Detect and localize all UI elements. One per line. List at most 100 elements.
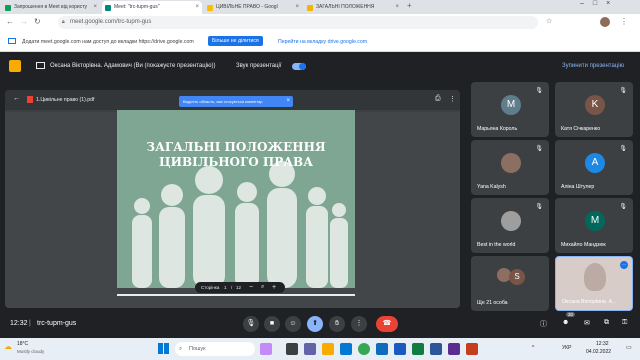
- raise-hand-button[interactable]: ✋︎: [329, 316, 345, 332]
- clock-date[interactable]: 04.02.2022: [586, 349, 611, 355]
- lock-icon: 🔒︎: [62, 19, 65, 25]
- word-icon[interactable]: [394, 343, 406, 355]
- sound-toggle[interactable]: [292, 63, 306, 70]
- close-tab-icon[interactable]: ×: [93, 1, 97, 14]
- teams-icon[interactable]: [304, 343, 316, 355]
- participant-tile[interactable]: 🎙︎ Yana Kalysh: [471, 140, 549, 195]
- zoom-out-icon[interactable]: −: [249, 282, 253, 293]
- browser-tab-strip: Запрошення в Meet від користу × Meet: "t…: [0, 0, 640, 14]
- address-bar[interactable]: 🔒︎ meet.google.com/trc-tupm-gus: [58, 16, 538, 29]
- participant-name: Best in the world: [477, 242, 516, 248]
- close-tab-icon[interactable]: ×: [395, 1, 399, 14]
- language-indicator[interactable]: УКР: [562, 345, 571, 351]
- windows-taskbar: ☁ 18°C Mostly cloudy ⌕ Пошук ^ УКР 12:32…: [0, 338, 640, 360]
- more-options-button[interactable]: ⋮: [351, 316, 367, 332]
- participant-name: Аліна Штулер: [561, 184, 595, 190]
- avatar: M: [501, 95, 521, 115]
- close-tab-icon[interactable]: ×: [195, 1, 199, 14]
- new-tab-button[interactable]: +: [407, 1, 412, 10]
- participant-tile[interactable]: A 🎙︎ Аліна Штулер: [555, 140, 633, 195]
- slides-favicon-icon: [207, 4, 213, 11]
- tab-label: Запрошення в Meet від користу: [14, 4, 88, 10]
- avatar-photo: [501, 153, 521, 173]
- zoom-in-icon[interactable]: +: [272, 282, 276, 293]
- forward-icon[interactable]: →: [20, 17, 28, 26]
- weather-icon: ☁: [4, 342, 12, 351]
- app-icon[interactable]: [448, 343, 460, 355]
- participant-name: Михайло Мандзюк: [561, 242, 606, 248]
- file-explorer-icon[interactable]: [322, 343, 334, 355]
- close-tab-icon[interactable]: ×: [295, 1, 299, 14]
- notification-icon[interactable]: ▭: [626, 344, 632, 351]
- avatar: K: [585, 95, 605, 115]
- zoom-icon[interactable]: ⌕: [261, 282, 264, 293]
- app-icon[interactable]: [260, 343, 272, 355]
- tray-chevron-icon[interactable]: ^: [532, 345, 534, 351]
- avatar: M: [585, 211, 605, 231]
- participant-tile[interactable]: K 🎙︎ Катя Січкаренко: [555, 82, 633, 137]
- browser-tab-meet-invite[interactable]: Запрошення в Meet від користу ×: [2, 1, 100, 14]
- page-current[interactable]: 1: [224, 282, 227, 293]
- mic-button[interactable]: 🎙︎: [243, 316, 259, 332]
- menu-icon[interactable]: ⋮: [620, 17, 628, 26]
- meet-controls-bar: 12:32 | trc-tupm-gus 🎙︎ ■ ☺ ⬆ ✋︎ ⋮ ☎ ⓘ ☻…: [0, 312, 640, 336]
- info-icon[interactable]: ⓘ: [540, 319, 547, 329]
- page-label: Сторінка: [201, 285, 220, 290]
- participant-name: Марьяна Король: [477, 126, 518, 132]
- activities-icon[interactable]: ⧉: [604, 319, 609, 327]
- search-icon: ⌕: [179, 346, 183, 352]
- switch-tab-link[interactable]: Перейти на вкладку drive.google.com: [278, 39, 367, 45]
- window-controls[interactable]: –□×: [580, 0, 619, 7]
- people-icon[interactable]: ☻: [562, 319, 569, 326]
- mic-off-icon: 🎙︎: [535, 88, 543, 94]
- more-options-icon[interactable]: ⋯: [620, 261, 628, 269]
- taskbar-search[interactable]: ⌕ Пошук: [175, 342, 255, 356]
- participant-name: Оксана Вікторівна. А...: [562, 299, 617, 305]
- app-icon[interactable]: [430, 343, 442, 355]
- clock-time[interactable]: 12:32: [596, 341, 609, 347]
- chrome-icon[interactable]: [358, 343, 370, 355]
- browser-tab-docs[interactable]: ЦИВІЛЬНЕ ПРАВО - Googl ×: [204, 1, 302, 14]
- more-participants-tile[interactable]: S Ще 21 особа: [471, 256, 549, 311]
- reload-icon[interactable]: ↻: [34, 17, 41, 26]
- participant-tile[interactable]: M 🎙︎ Михайло Мандзюк: [555, 198, 633, 253]
- present-button[interactable]: ⬆: [307, 316, 323, 332]
- edge-icon[interactable]: [340, 343, 352, 355]
- profile-avatar[interactable]: [600, 17, 610, 27]
- host-controls-icon[interactable]: ⚿: [622, 319, 627, 327]
- weather-desc: Mostly cloudy: [17, 349, 45, 354]
- stop-sharing-button[interactable]: Більше не ділитися: [208, 36, 263, 46]
- time-separator: |: [29, 320, 31, 327]
- chat-icon[interactable]: ✉: [584, 319, 590, 327]
- search-placeholder: Пошук: [189, 346, 206, 352]
- avatar: A: [585, 153, 605, 173]
- task-view-icon[interactable]: [286, 343, 298, 355]
- close-tooltip-icon[interactable]: ×: [286, 96, 290, 107]
- slide-page: ЗАГАЛЬНІ ПОЛОЖЕННЯ ЦИВІЛЬНОГО ПРАВА: [117, 110, 355, 288]
- back-arrow-icon[interactable]: ←: [13, 95, 20, 102]
- windows-start-icon[interactable]: [158, 343, 169, 354]
- more-icon[interactable]: ⋮: [449, 95, 456, 103]
- captions-button[interactable]: ☺: [285, 316, 301, 332]
- star-icon[interactable]: ☆: [546, 17, 552, 25]
- participant-count-badge: 30: [566, 312, 576, 317]
- participant-tile[interactable]: 🎙︎ Best in the world: [471, 198, 549, 253]
- self-view-tile[interactable]: ⋯ Оксана Вікторівна. А...: [555, 256, 633, 311]
- pdf-filename: 1.Цивільне право (1).pdf: [36, 97, 95, 103]
- share-infobar: Додати meet.google.com нам доступ до вкл…: [0, 32, 640, 52]
- powerpoint-icon[interactable]: [466, 343, 478, 355]
- slide-title: ЗАГАЛЬНІ ПОЛОЖЕННЯ ЦИВІЛЬНОГО ПРАВА: [117, 140, 355, 170]
- store-icon[interactable]: [376, 343, 388, 355]
- participant-name: Катя Січкаренко: [561, 126, 601, 132]
- browser-tab-meet[interactable]: Meet: "trc-tupm-gus" ×: [102, 1, 202, 14]
- camera-button[interactable]: ■: [264, 316, 280, 332]
- end-call-button[interactable]: ☎: [376, 316, 398, 332]
- participant-tile[interactable]: M 🎙︎ Марьяна Король: [471, 82, 549, 137]
- back-icon[interactable]: ←: [6, 17, 14, 26]
- browser-tab-slides[interactable]: ЗАГАЛЬНІ ПОЛОЖЕННЯ ×: [304, 1, 402, 14]
- meet-favicon-icon: [105, 4, 111, 11]
- stop-presenting-button[interactable]: Зупинити презентацію: [562, 63, 624, 69]
- excel-icon[interactable]: [412, 343, 424, 355]
- tab-label: ЗАГАЛЬНІ ПОЛОЖЕННЯ: [316, 4, 375, 10]
- print-icon[interactable]: ⎙: [435, 95, 441, 103]
